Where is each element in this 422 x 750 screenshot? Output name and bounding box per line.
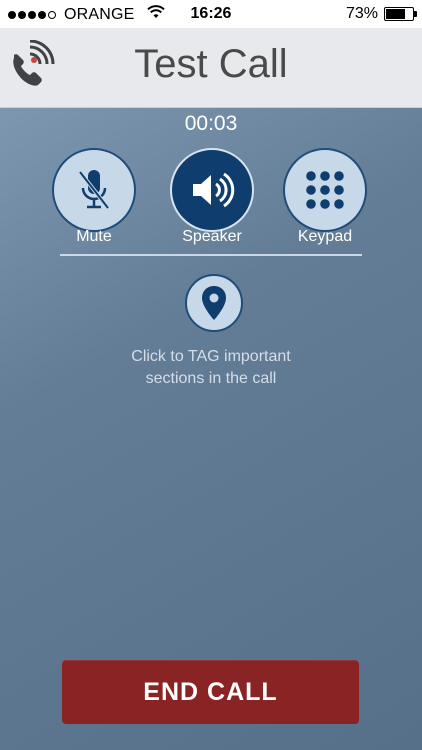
battery-status: 73% bbox=[345, 5, 417, 23]
app-header: Test Call bbox=[0, 28, 422, 108]
speaker-icon bbox=[193, 172, 235, 208]
keypad-icon bbox=[306, 171, 344, 209]
location-pin-icon bbox=[202, 286, 226, 320]
mute-button-circle[interactable] bbox=[52, 148, 136, 232]
microphone-muted-icon bbox=[78, 170, 110, 210]
tag-instructions-line2: sections in the call bbox=[145, 370, 277, 387]
carrier-info: ORANGE bbox=[8, 5, 165, 24]
call-screen: 00:03 Mute Speaker Keypad Click to TAG i… bbox=[0, 108, 422, 750]
battery-icon bbox=[384, 7, 417, 21]
keypad-label: Keypad bbox=[297, 228, 353, 245]
call-timer: 00:03 bbox=[184, 112, 238, 135]
page-title: Test Call bbox=[134, 42, 288, 86]
tag-instructions: Click to TAG important sections in the c… bbox=[0, 346, 422, 390]
speaker-label: Speaker bbox=[182, 228, 242, 245]
keypad-button-circle[interactable] bbox=[283, 148, 367, 232]
speaker-button-circle[interactable] bbox=[170, 148, 254, 232]
signal-strength-icon bbox=[8, 10, 56, 19]
speaker-button[interactable]: Speaker bbox=[157, 148, 267, 246]
end-call-button[interactable]: END CALL bbox=[62, 660, 359, 724]
wifi-icon bbox=[146, 5, 165, 24]
keypad-button[interactable]: Keypad bbox=[270, 148, 380, 246]
battery-percent: 73% bbox=[345, 5, 378, 22]
divider bbox=[60, 254, 362, 256]
tag-button[interactable] bbox=[185, 274, 243, 332]
carrier-name: ORANGE bbox=[64, 5, 135, 23]
status-bar: ORANGE 16:26 73% bbox=[0, 0, 422, 28]
mute-label: Mute bbox=[76, 228, 112, 245]
mute-button[interactable]: Mute bbox=[39, 148, 149, 246]
tag-instructions-line1: Click to TAG important bbox=[131, 348, 291, 365]
